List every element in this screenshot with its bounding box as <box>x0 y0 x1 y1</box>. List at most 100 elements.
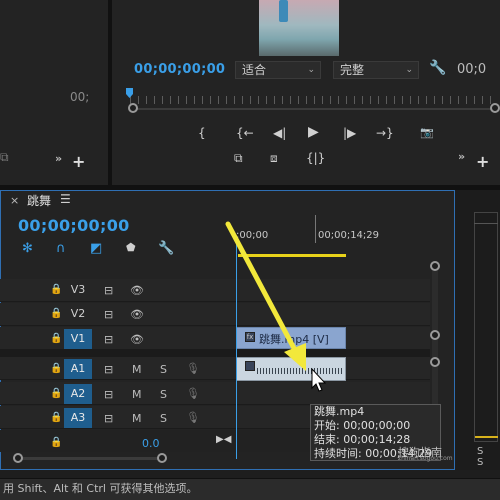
ruler-mark-time: 00;00;14;29 <box>318 230 380 241</box>
audio-meter-level <box>475 436 498 438</box>
snap-magnet-icon[interactable]: ∩ <box>56 241 66 256</box>
scroll-handle-right[interactable] <box>157 453 167 463</box>
source-monitor-panel <box>0 0 108 185</box>
export-frame-icon[interactable]: ⧉ <box>0 150 9 165</box>
eye-icon[interactable]: 👁 <box>130 333 144 346</box>
close-tab-icon[interactable]: × <box>10 194 19 207</box>
linked-selection-icon[interactable]: ◩ <box>90 241 102 256</box>
audio-meter-bars <box>474 212 498 442</box>
mute-button[interactable]: M <box>132 388 142 401</box>
mute-button[interactable]: M <box>132 412 142 425</box>
tooltip-filename: 跳舞.mp4 <box>314 405 365 418</box>
eye-icon[interactable]: 👁 <box>130 284 144 297</box>
scroll-handle-right[interactable] <box>490 103 500 113</box>
program-duration-timecode: 00;0 <box>457 62 487 77</box>
trim-icon[interactable]: {|} <box>306 151 325 165</box>
timeline-playhead-line[interactable] <box>236 244 237 459</box>
audio-clip[interactable] <box>236 357 346 381</box>
microphone-icon[interactable]: 🎙 <box>186 387 200 400</box>
zoom-level-select[interactable]: 适合 ⌄ <box>235 61 321 79</box>
nest-icon[interactable]: ✻ <box>22 241 33 256</box>
step-back-icon[interactable]: ◀| <box>273 126 286 140</box>
source-timecode: 00; <box>70 90 90 104</box>
video-audio-divider[interactable] <box>0 349 430 357</box>
sync-lock-icon[interactable]: ⊟ <box>104 412 113 425</box>
sync-lock-icon[interactable]: ⊟ <box>104 308 113 321</box>
lock-icon[interactable]: 🔒 <box>50 284 62 295</box>
scroll-handle-left[interactable] <box>13 453 23 463</box>
program-zoom-scrollbar[interactable] <box>133 108 496 110</box>
tooltip-start: 开始: 00;00;00;00 <box>314 419 411 432</box>
camera-icon[interactable]: 📷 <box>420 126 434 139</box>
lock-icon[interactable]: 🔒 <box>50 308 62 319</box>
step-forward-icon[interactable]: |▶ <box>343 126 356 140</box>
settings-wrench-icon[interactable]: 🔧 <box>429 60 446 76</box>
button-editor-add-icon[interactable]: + <box>72 152 85 171</box>
sync-lock-icon[interactable]: ⊟ <box>104 284 113 297</box>
track-target-a2[interactable]: A2 <box>64 384 92 404</box>
ruler-start-time: ;00;00 <box>236 230 269 241</box>
button-editor-add-icon[interactable]: + <box>476 152 489 171</box>
lock-icon[interactable]: 🔒 <box>50 437 62 448</box>
more-controls-icon[interactable]: » <box>458 150 465 163</box>
eye-icon[interactable]: 👁 <box>130 308 144 321</box>
microphone-icon[interactable]: 🎙 <box>186 362 200 375</box>
video-clip[interactable]: fx 跳舞.mp4 [V] <box>236 327 346 349</box>
solo-button[interactable]: S <box>160 412 167 425</box>
timeline-timecode[interactable]: 00;00;00;00 <box>18 216 130 235</box>
meter-solo-labels[interactable]: S S <box>477 446 500 468</box>
sequence-tab-name[interactable]: 跳舞 <box>27 192 51 209</box>
lock-icon[interactable]: 🔒 <box>50 333 62 344</box>
scroll-handle-bottom[interactable] <box>430 330 440 340</box>
go-to-in-icon[interactable]: {← <box>236 126 254 140</box>
sync-lock-icon[interactable]: ⊟ <box>104 333 113 346</box>
timeline-horizontal-scrollbar[interactable] <box>18 457 163 460</box>
lock-icon[interactable]: 🔒 <box>50 363 62 374</box>
solo-button[interactable]: S <box>160 388 167 401</box>
extract-icon[interactable]: ⧈ <box>270 151 278 166</box>
microphone-icon[interactable]: 🎙 <box>186 411 200 424</box>
mark-in-icon[interactable]: { <box>198 126 206 140</box>
go-to-end-icon[interactable]: ▶◀ <box>216 434 231 445</box>
zoom-level-value: 适合 <box>242 63 267 77</box>
chevron-down-icon: ⌄ <box>307 65 315 75</box>
lock-icon[interactable]: 🔒 <box>50 412 62 423</box>
play-icon[interactable]: ▶ <box>308 124 319 140</box>
program-video-frame <box>259 0 339 56</box>
fx-badge-icon: fx <box>245 332 255 342</box>
watermark-url: zhinan.sogou.com <box>398 455 453 462</box>
video-tracks-scrollbar[interactable] <box>432 262 438 370</box>
track-target-v1[interactable]: V1 <box>64 329 92 349</box>
video-clip-label: 跳舞.mp4 [V] <box>259 333 329 346</box>
track-target-a1[interactable]: A1 <box>64 359 92 379</box>
audio-meter-scale <box>474 212 498 224</box>
scroll-handle-top[interactable] <box>430 357 440 367</box>
status-bar: 用 Shift、Alt 和 Ctrl 可获得其他选项。 <box>0 478 500 500</box>
chevron-down-icon: ⌄ <box>405 65 413 75</box>
track-target-a3[interactable]: A3 <box>64 408 92 428</box>
sync-lock-icon[interactable]: ⊟ <box>104 388 113 401</box>
ruler-tick <box>315 215 316 243</box>
lock-icon[interactable]: 🔒 <box>50 388 62 399</box>
track-target-v3[interactable]: V3 <box>64 280 92 300</box>
panel-menu-icon[interactable]: ☰ <box>60 192 71 206</box>
playback-resolution-select[interactable]: 完整 ⌄ <box>333 61 419 79</box>
go-to-out-icon[interactable]: →} <box>376 126 394 140</box>
audio-waveform <box>257 368 343 374</box>
program-time-ruler[interactable] <box>130 96 496 104</box>
add-marker-icon[interactable]: ⬟ <box>126 241 136 254</box>
fx-badge-icon <box>245 361 255 371</box>
lift-icon[interactable]: ⧉ <box>234 151 243 166</box>
mute-button[interactable]: M <box>132 363 142 376</box>
master-volume-value[interactable]: 0.0 <box>142 437 160 450</box>
program-timecode[interactable]: 00;00;00;00 <box>134 62 225 77</box>
more-controls-icon[interactable]: » <box>55 152 62 165</box>
scroll-handle-left[interactable] <box>128 103 138 113</box>
sync-lock-icon[interactable]: ⊟ <box>104 363 113 376</box>
settings-wrench-icon[interactable]: 🔧 <box>158 241 174 256</box>
track-target-v2[interactable]: V2 <box>64 304 92 324</box>
solo-button[interactable]: S <box>160 363 167 376</box>
scroll-handle-top[interactable] <box>430 261 440 271</box>
work-area-bar[interactable] <box>238 254 346 257</box>
playback-resolution-value: 完整 <box>340 63 365 77</box>
